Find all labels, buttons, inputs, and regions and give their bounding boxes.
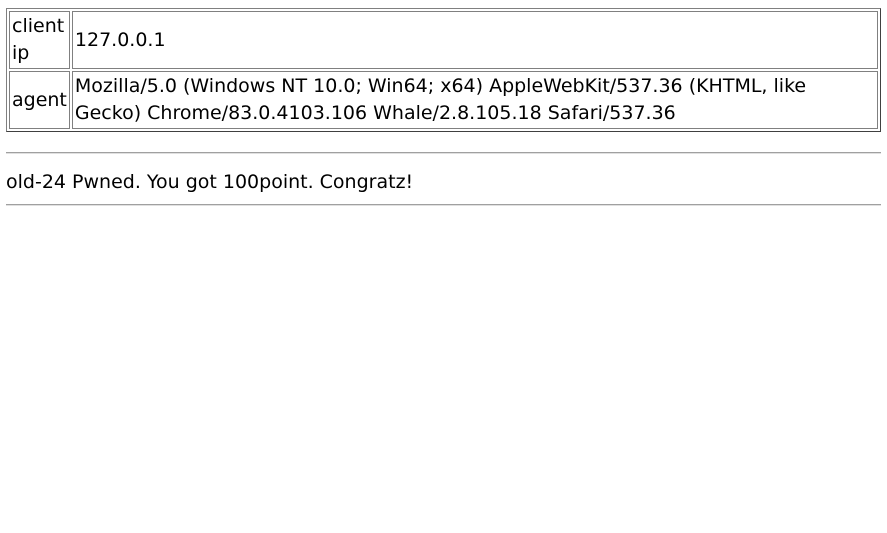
agent-value: Mozilla/5.0 (Windows NT 10.0; Win64; x64… [71,71,878,129]
table-row-client-ip: client ip 127.0.0.1 [9,11,878,69]
page: client ip 127.0.0.1 agent Mozilla/5.0 (W… [0,0,887,206]
agent-label: agent [9,71,70,129]
client-ip-label: client ip [9,11,70,69]
divider-bottom [6,204,881,206]
result-message: old-24 Pwned. You got 100point. Congratz… [6,171,414,193]
client-ip-value: 127.0.0.1 [71,11,878,69]
info-table: client ip 127.0.0.1 agent Mozilla/5.0 (W… [6,8,881,132]
table-row-agent: agent Mozilla/5.0 (Windows NT 10.0; Win6… [9,71,878,129]
